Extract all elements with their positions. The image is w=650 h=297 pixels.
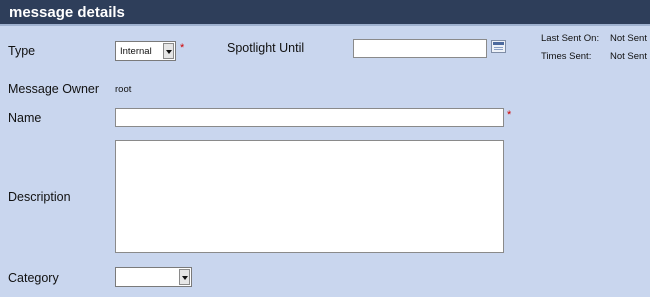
name-input[interactable] bbox=[115, 108, 504, 127]
description-label: Description bbox=[8, 190, 71, 204]
chevron-down-icon[interactable] bbox=[179, 269, 190, 285]
section-title: message details bbox=[9, 4, 125, 21]
section-header: message details bbox=[0, 0, 650, 26]
spotlight-until-input[interactable] bbox=[353, 39, 487, 58]
type-select[interactable]: Internal bbox=[115, 41, 176, 61]
times-sent-label: Times Sent: bbox=[541, 51, 592, 62]
message-owner-value: root bbox=[115, 84, 132, 95]
type-required-marker: * bbox=[180, 42, 185, 54]
name-required-marker: * bbox=[507, 109, 512, 121]
category-select[interactable] bbox=[115, 267, 192, 287]
last-sent-value: Not Sent bbox=[610, 33, 647, 44]
chevron-down-icon[interactable] bbox=[163, 43, 174, 59]
type-select-value: Internal bbox=[120, 46, 152, 57]
type-label: Type bbox=[8, 44, 36, 58]
spotlight-label: Spotlight Until bbox=[227, 41, 305, 55]
description-textarea[interactable] bbox=[115, 140, 504, 253]
times-sent-value: Not Sent bbox=[610, 51, 647, 62]
message-owner-label: Message Owner bbox=[8, 82, 100, 96]
category-label: Category bbox=[8, 271, 59, 285]
last-sent-label: Last Sent On: bbox=[541, 33, 600, 44]
name-label: Name bbox=[8, 111, 42, 125]
calendar-icon[interactable] bbox=[491, 40, 506, 53]
